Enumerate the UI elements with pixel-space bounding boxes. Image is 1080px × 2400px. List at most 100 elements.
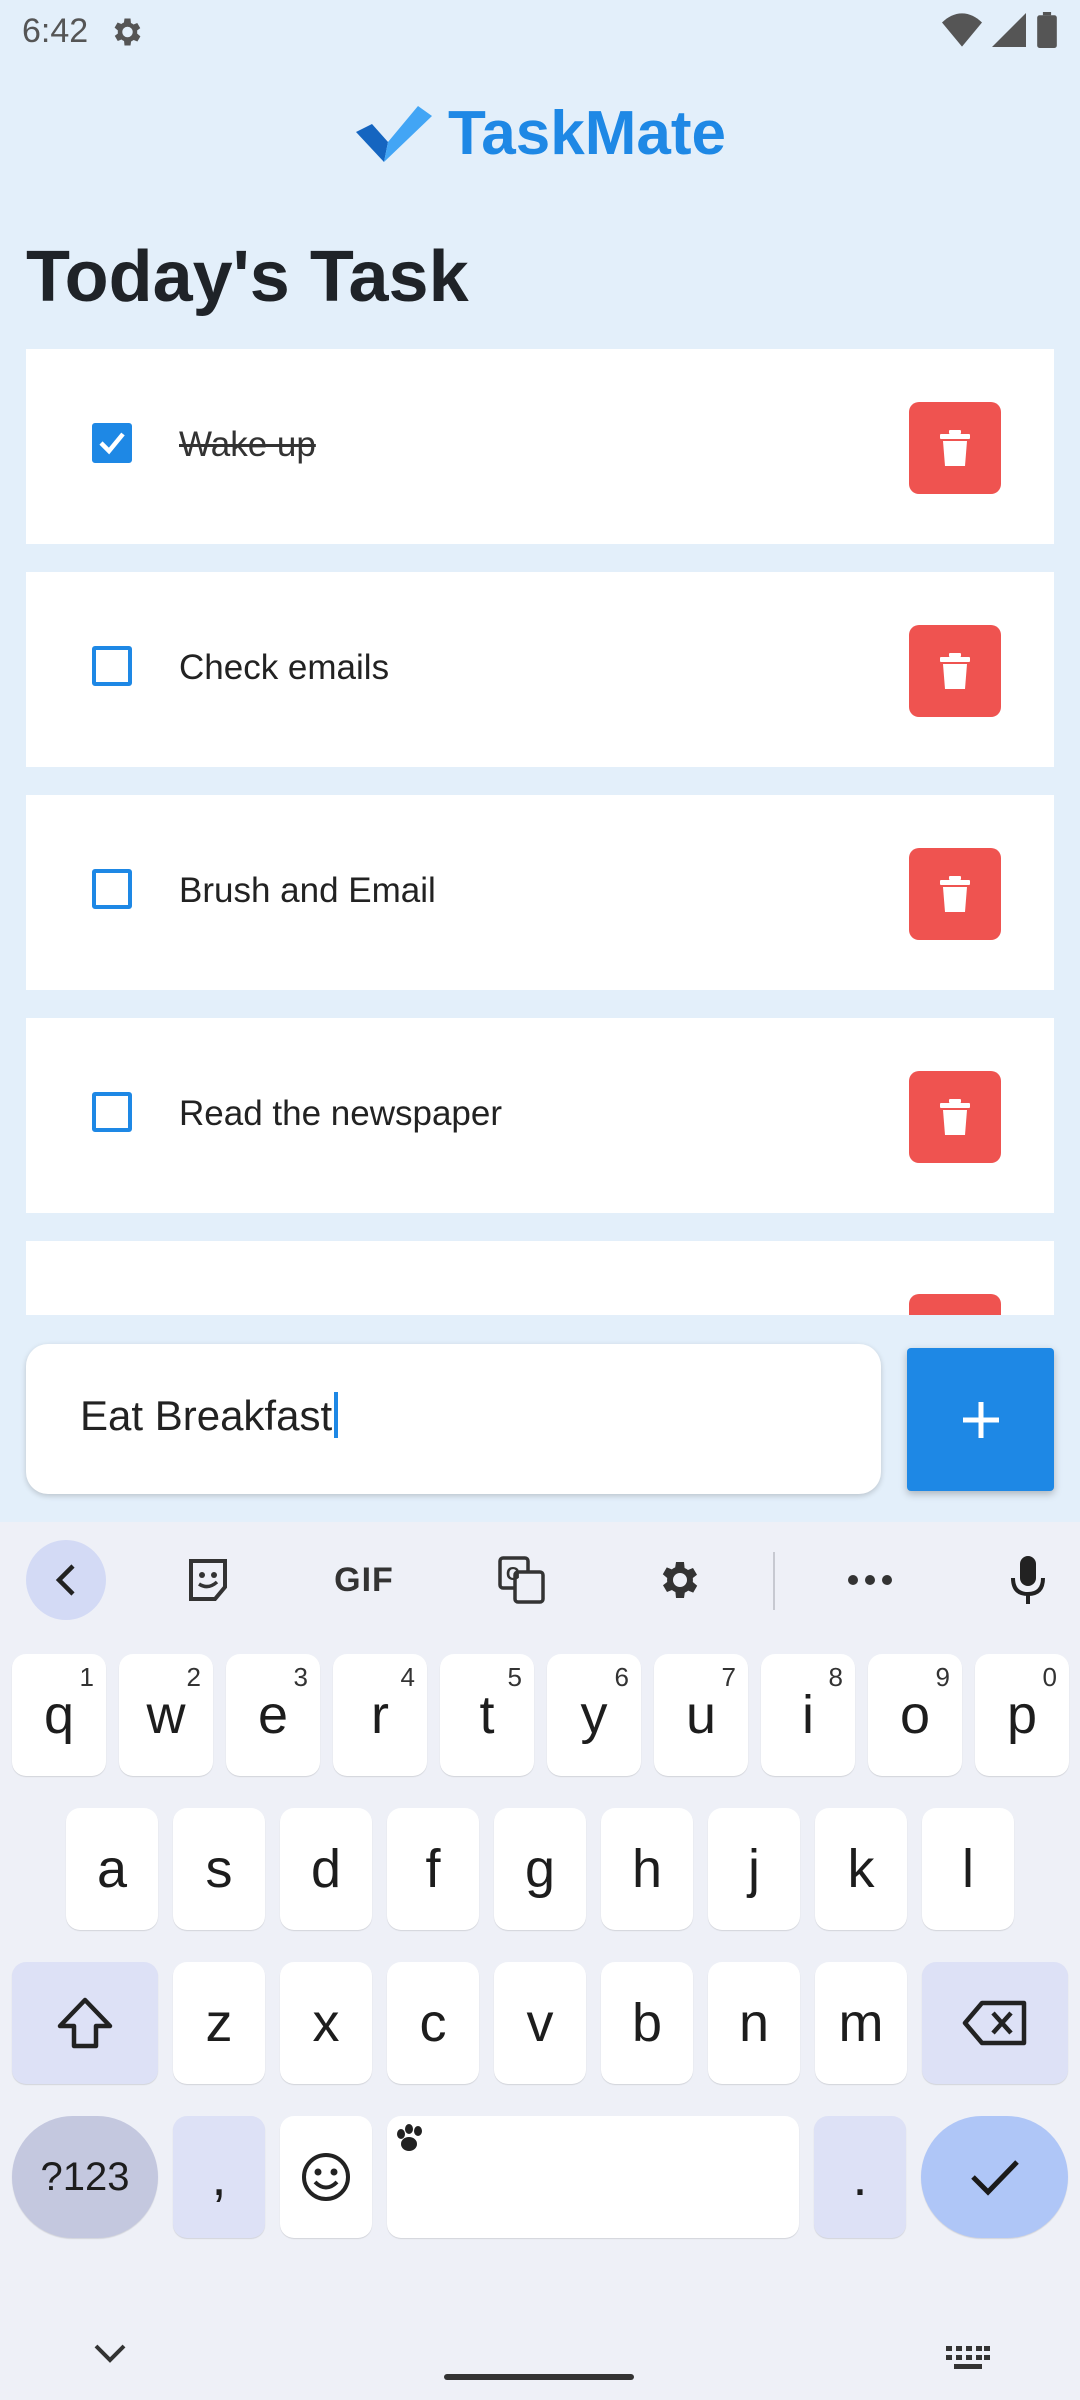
key-m[interactable]: m	[815, 1962, 907, 2084]
key-hint: 5	[507, 1662, 522, 1692]
key-c[interactable]: c	[387, 1962, 479, 2084]
key-w[interactable]: w2	[119, 1654, 213, 1776]
more-button[interactable]	[830, 1540, 910, 1620]
key-hint: 9	[935, 1662, 950, 1692]
key-hint: 0	[1042, 1662, 1057, 1692]
key-u[interactable]: u7	[654, 1654, 748, 1776]
task-list[interactable]: Wake up Check emails Brush and Email Rea…	[26, 349, 1054, 1315]
key-label: p	[1006, 1685, 1038, 1745]
task-checkbox[interactable]	[92, 1092, 132, 1132]
shift-icon	[57, 1997, 113, 2049]
trash-icon	[940, 430, 970, 466]
task-checkbox[interactable]	[92, 423, 132, 463]
key-v[interactable]: v	[494, 1962, 586, 2084]
key-n[interactable]: n	[708, 1962, 800, 2084]
text-caret	[334, 1392, 339, 1438]
delete-button[interactable]	[909, 848, 1001, 940]
key-b[interactable]: b	[601, 1962, 693, 2084]
key-hint: 7	[721, 1662, 736, 1692]
sticker-icon	[189, 1559, 227, 1601]
key-y[interactable]: y6	[547, 1654, 641, 1776]
delete-button[interactable]	[909, 402, 1001, 494]
hide-keyboard-icon[interactable]	[92, 2342, 128, 2364]
keyboard-toolbar: GIF G	[0, 1522, 1080, 1638]
key-label: u	[685, 1685, 717, 1745]
period-key[interactable]: .	[814, 2116, 906, 2238]
app-header: TaskMate	[0, 98, 1080, 169]
new-task-input[interactable]: Eat Breakfast	[26, 1344, 881, 1494]
more-icon	[848, 1575, 892, 1585]
key-x[interactable]: x	[280, 1962, 372, 2084]
key-l[interactable]: l	[922, 1808, 1014, 1930]
mic-button[interactable]	[988, 1540, 1068, 1620]
page-title: Today's Task	[26, 237, 469, 317]
task-label: Read the newspaper	[179, 1094, 502, 1133]
key-hint: 8	[828, 1662, 843, 1692]
key-t[interactable]: t5	[440, 1654, 534, 1776]
backspace-icon	[962, 2000, 1027, 2046]
key-label: e	[257, 1685, 289, 1745]
task-item: Check emails	[26, 572, 1054, 767]
key-r[interactable]: r4	[333, 1654, 427, 1776]
status-time: 6:42	[22, 12, 89, 50]
comma-key[interactable]: ,	[173, 2116, 265, 2238]
key-o[interactable]: o9	[868, 1654, 962, 1776]
gif-button[interactable]: GIF	[324, 1540, 404, 1620]
app-title: TaskMate	[448, 99, 726, 168]
key-d[interactable]: d	[280, 1808, 372, 1930]
key-z[interactable]: z	[173, 1962, 265, 2084]
key-label: o	[899, 1685, 931, 1745]
trash-icon	[940, 876, 970, 912]
trash-icon	[940, 1099, 970, 1135]
status-bar: 6:42	[0, 0, 1080, 64]
enter-key[interactable]	[921, 2116, 1068, 2238]
key-i[interactable]: i8	[761, 1654, 855, 1776]
delete-button[interactable]	[909, 1294, 1001, 1315]
task-checkbox[interactable]	[92, 646, 132, 686]
plus-icon	[962, 1401, 999, 1438]
wifi-icon	[942, 13, 982, 47]
task-item	[26, 1241, 1054, 1315]
key-hint: 6	[614, 1662, 629, 1692]
back-button[interactable]	[26, 1540, 106, 1620]
delete-button[interactable]	[909, 1071, 1001, 1163]
symbols-key[interactable]: ?123	[12, 2116, 158, 2238]
settings-button[interactable]	[638, 1540, 718, 1620]
signal-icon	[992, 13, 1026, 47]
key-label: i	[802, 1685, 814, 1745]
toolbar-divider	[773, 1552, 775, 1610]
task-item: Wake up	[26, 349, 1054, 544]
task-item: Brush and Email	[26, 795, 1054, 990]
key-label: r	[371, 1685, 389, 1745]
key-hint: 3	[293, 1662, 308, 1692]
keyboard-switch-icon[interactable]	[946, 2346, 990, 2370]
key-a[interactable]: a	[66, 1808, 158, 1930]
add-task-button[interactable]	[907, 1348, 1054, 1491]
gear-icon	[114, 18, 141, 46]
key-q[interactable]: q1	[12, 1654, 106, 1776]
delete-button[interactable]	[909, 625, 1001, 717]
sticker-button[interactable]	[168, 1540, 248, 1620]
key-hint: 2	[186, 1662, 201, 1692]
key-j[interactable]: j	[708, 1808, 800, 1930]
emoji-key[interactable]	[280, 2116, 372, 2238]
backspace-key[interactable]	[922, 1962, 1068, 2084]
task-label: Wake up	[179, 425, 316, 464]
back-icon	[55, 1564, 75, 1596]
key-h[interactable]: h	[601, 1808, 693, 1930]
key-p[interactable]: p0	[975, 1654, 1069, 1776]
task-label: Check emails	[179, 648, 390, 687]
key-g[interactable]: g	[494, 1808, 586, 1930]
home-indicator[interactable]	[444, 2374, 634, 2380]
task-item: Read the newspaper	[26, 1018, 1054, 1213]
key-e[interactable]: e3	[226, 1654, 320, 1776]
key-k[interactable]: k	[815, 1808, 907, 1930]
translate-button[interactable]: G	[482, 1540, 562, 1620]
key-label: t	[479, 1685, 495, 1745]
key-f[interactable]: f	[387, 1808, 479, 1930]
key-s[interactable]: s	[173, 1808, 265, 1930]
space-key[interactable]	[387, 2116, 799, 2238]
task-checkbox[interactable]	[92, 869, 132, 909]
shift-key[interactable]	[12, 1962, 158, 2084]
emoji-icon	[302, 2153, 350, 2201]
